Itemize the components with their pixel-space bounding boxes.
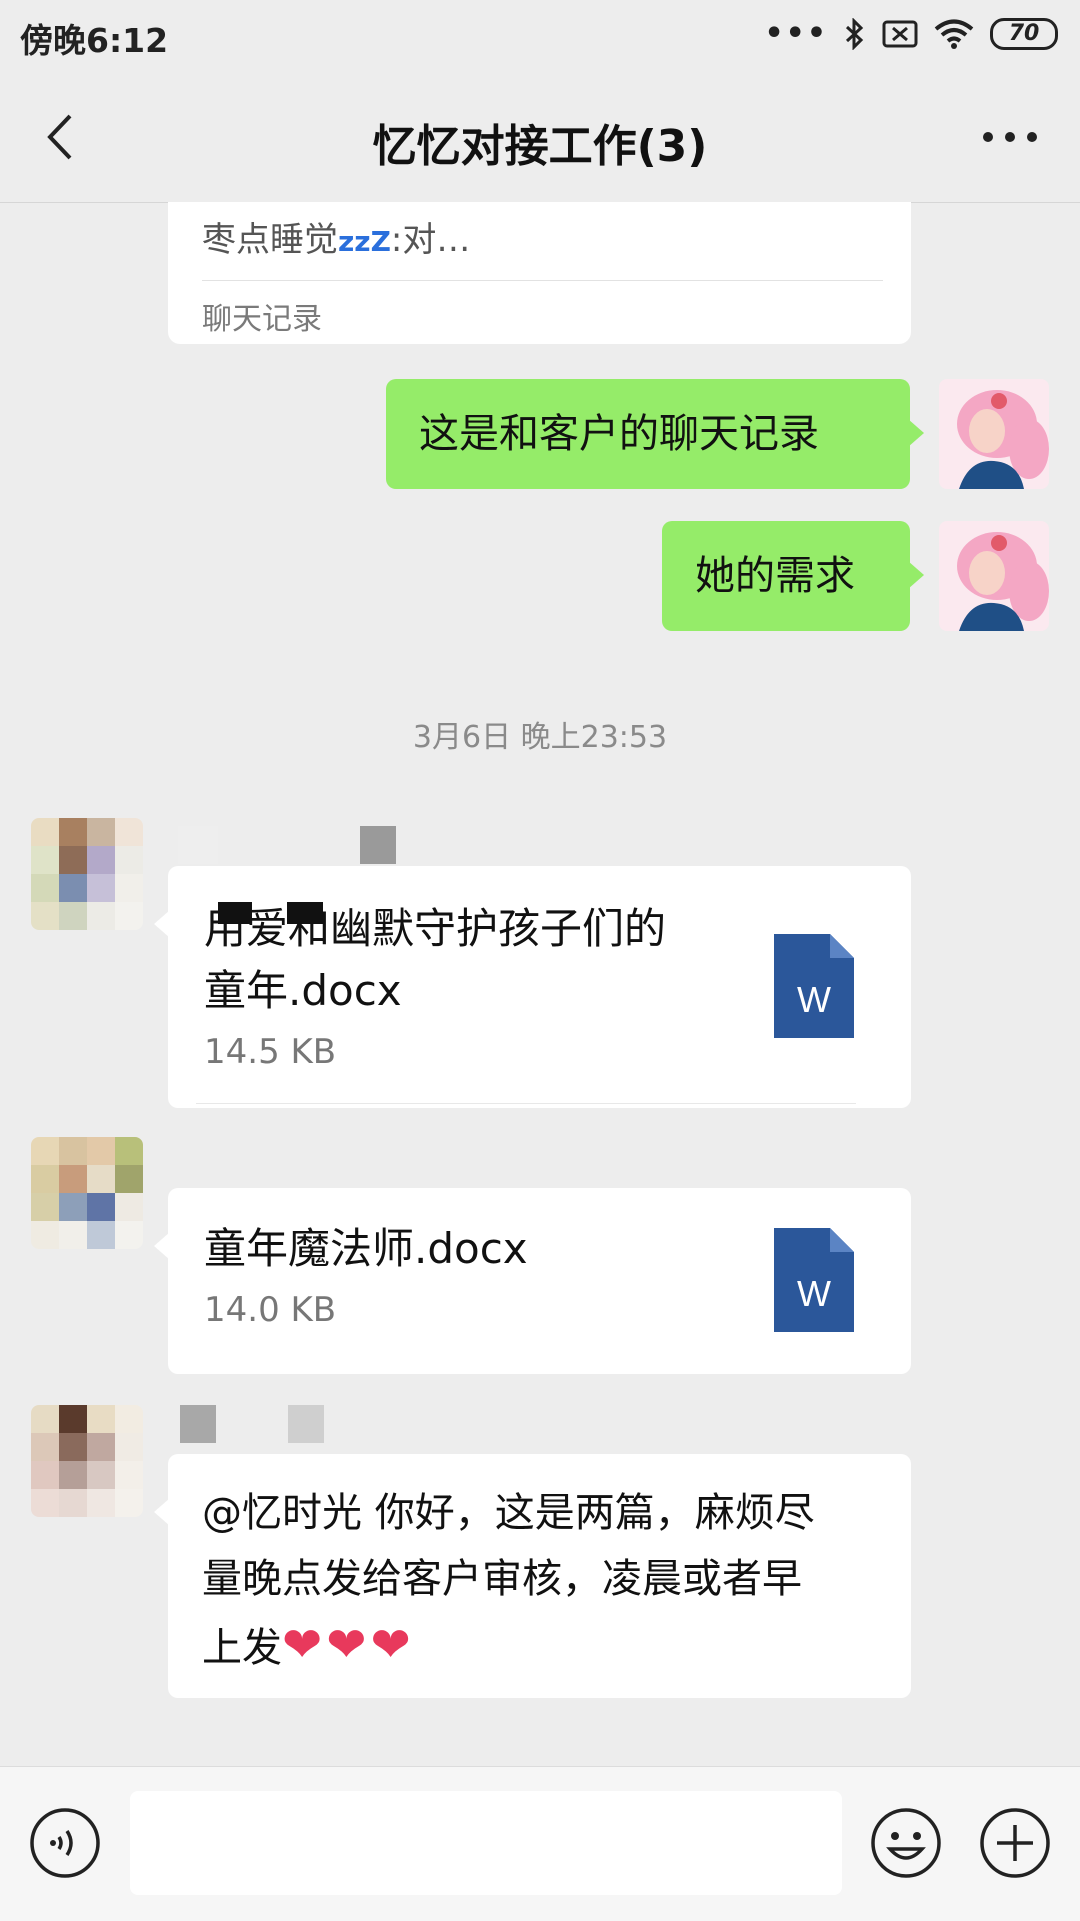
message-text: @忆时光 你好，这是两篇，麻烦尽 量晚点发给客户审核，凌晨或者早 上发❤❤❤ (202, 1490, 815, 1673)
message-text: 这是和客户的聊天记录 (419, 411, 819, 457)
svg-text:W: W (797, 979, 831, 1020)
text-message[interactable]: @忆时光 你好，这是两篇，麻烦尽 量晚点发给客户审核，凌晨或者早 上发❤❤❤ (154, 1454, 911, 1698)
nav-bar: 忆忆对接工作(3) (0, 72, 1080, 203)
chat-record-card[interactable]: 枣点睡觉zzZ:对… 聊天记录 (168, 202, 911, 344)
sender-name (288, 1405, 324, 1443)
avatar[interactable] (939, 379, 1049, 489)
sender-name (178, 826, 218, 864)
message-bubble[interactable]: 这是和客户的聊天记录 (386, 379, 924, 489)
emoji-icon[interactable] (870, 1807, 942, 1879)
status-time: 傍晚6:12 (20, 21, 169, 60)
message-timestamp: 3月6日 晚上23:53 (412, 720, 668, 755)
file-name: 童年魔法师.docx (204, 1224, 528, 1273)
more-notifications-icon: ••• (764, 16, 828, 51)
file-message[interactable]: 用爱和幽默守护孩子们的 童年.docx 14.5 KB W (154, 866, 911, 1108)
svg-text:W: W (797, 1273, 831, 1314)
avatar[interactable] (31, 1405, 143, 1517)
file-name: 用爱和幽默守护孩子们的 童年.docx (204, 904, 667, 1015)
avatar[interactable] (31, 1137, 143, 1249)
divider (202, 280, 883, 281)
message-bubble[interactable]: 她的需求 (662, 521, 924, 631)
sleep-zzz-icon: zzZ (338, 225, 391, 258)
word-document-icon: W (774, 1228, 854, 1332)
word-document-icon: W (774, 934, 854, 1038)
status-icons: ••• 70 (764, 16, 1058, 51)
file-size: 14.5 KB (204, 1032, 337, 1072)
battery-indicator: 70 (990, 17, 1058, 50)
chat-title: 忆忆对接工作(3) (372, 121, 708, 172)
avatar[interactable] (31, 818, 143, 930)
message-input[interactable] (130, 1791, 842, 1895)
status-bar: 傍晚6:12 ••• 70 (0, 0, 1080, 72)
avatar[interactable] (939, 521, 1049, 631)
more-options-icon[interactable] (980, 122, 1040, 152)
input-bar (0, 1766, 1080, 1921)
redaction-mark (287, 902, 323, 924)
sender-name (180, 1405, 216, 1443)
divider (196, 1103, 856, 1104)
voice-input-icon[interactable] (29, 1807, 101, 1879)
chat-record-label: 聊天记录 (202, 302, 322, 337)
bluetooth-icon (845, 17, 864, 50)
heart-emoji: ❤❤❤ (282, 1617, 415, 1673)
redaction-mark (218, 902, 252, 924)
file-size: 14.0 KB (204, 1290, 337, 1330)
message-text: 她的需求 (695, 553, 855, 599)
girl-avatar-icon (957, 390, 1049, 489)
girl-avatar-icon (957, 532, 1049, 631)
file-message[interactable]: 童年魔法师.docx 14.0 KB W (154, 1188, 911, 1374)
wifi-icon (934, 19, 974, 49)
sim-card-icon (882, 20, 918, 47)
sender-name (360, 826, 396, 864)
chat-record-preview: 枣点睡觉zzZ:对… (202, 220, 471, 260)
plus-icon[interactable] (979, 1807, 1051, 1879)
